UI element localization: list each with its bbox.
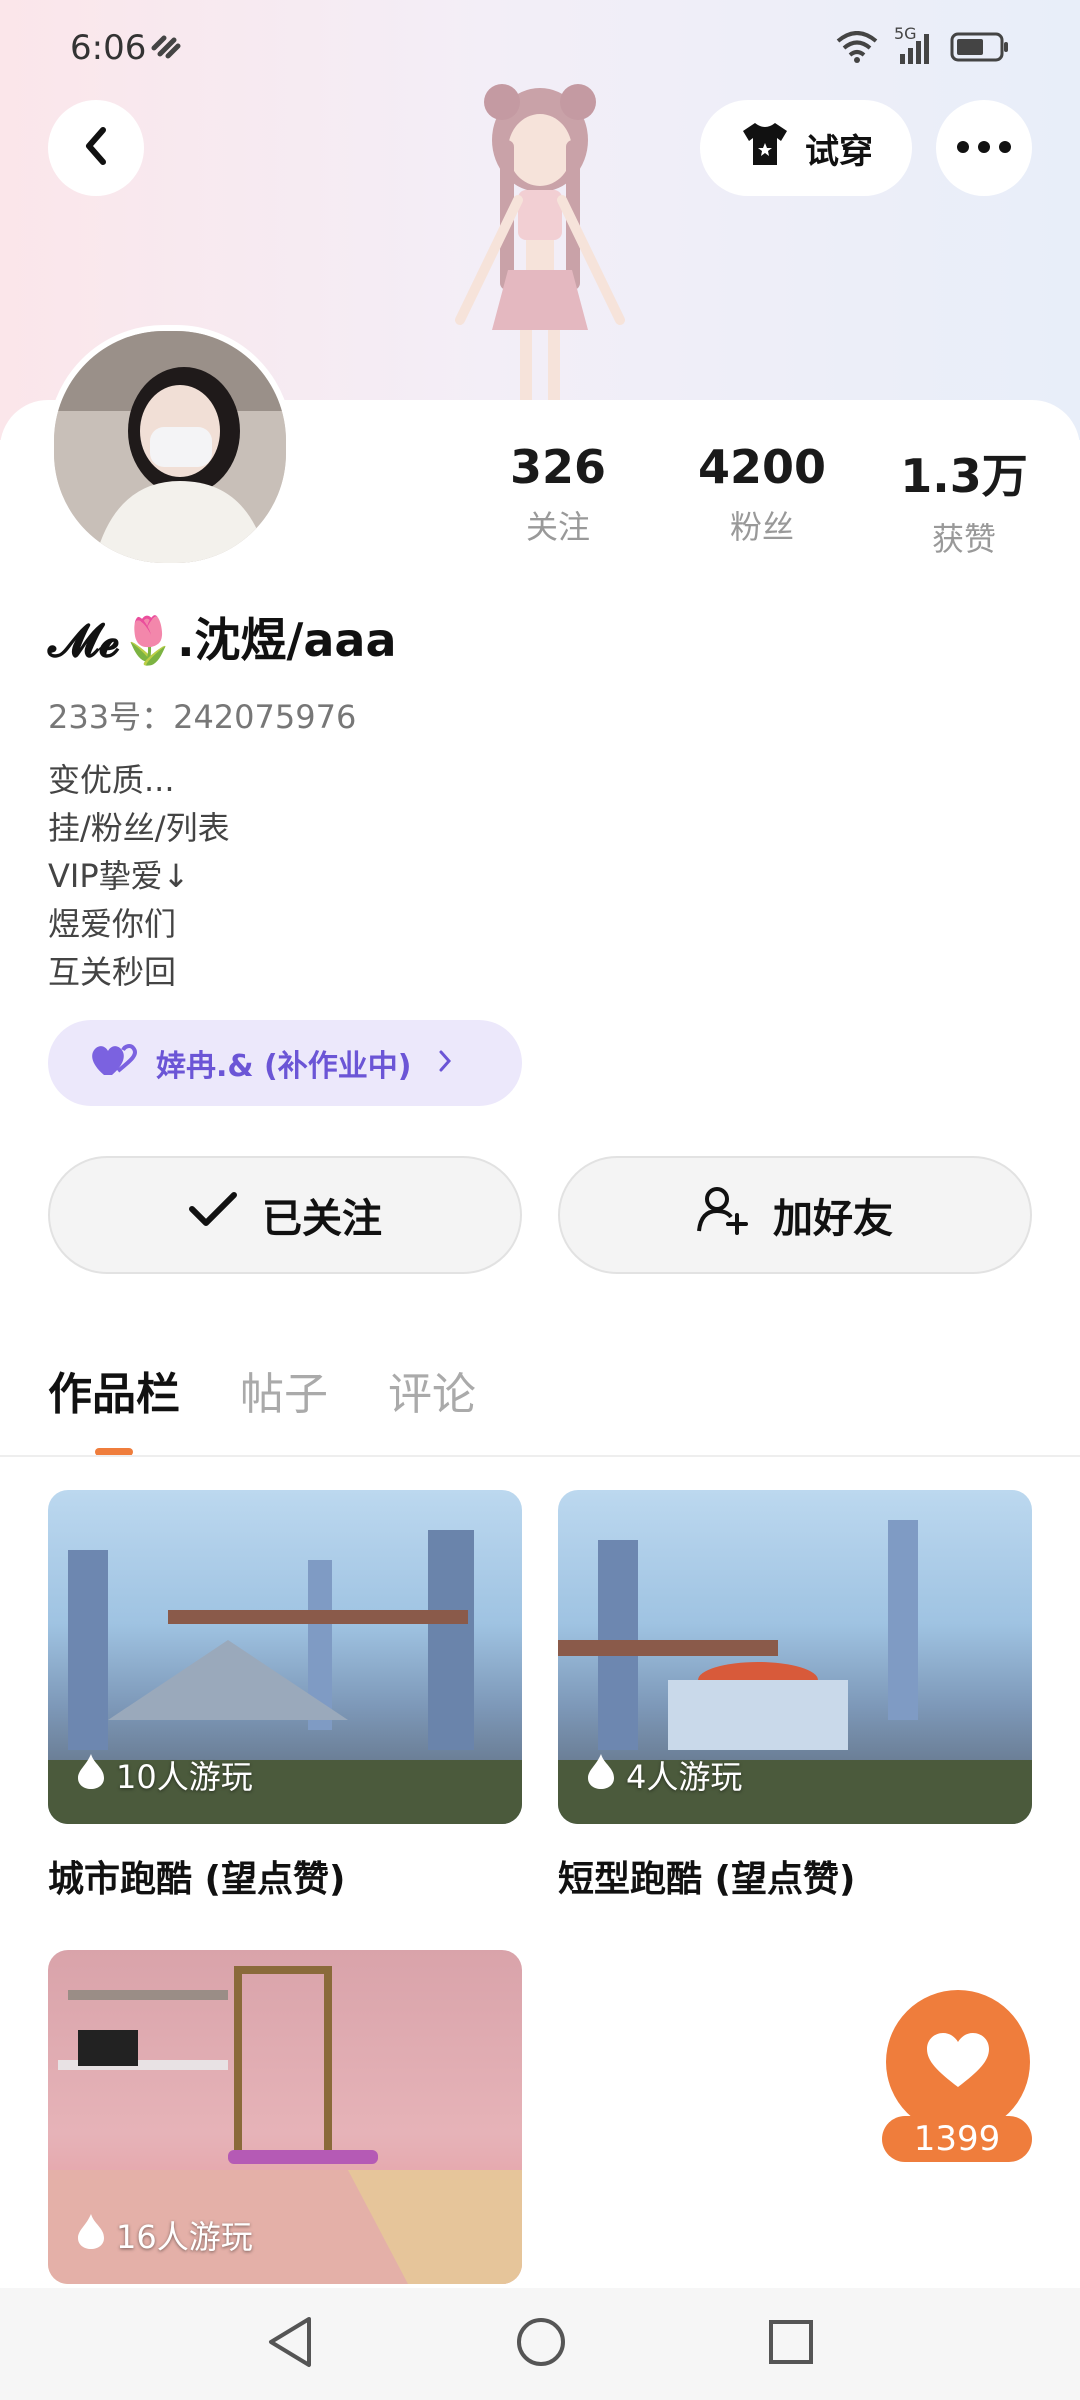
try-on-label: 试穿 [805, 131, 873, 172]
avatar-3d-figure [420, 80, 660, 404]
signal-icon: 5G [894, 24, 934, 68]
recents-square-icon[interactable] [767, 2318, 815, 2370]
work-thumbnail: 4人游玩 [558, 1490, 1032, 1824]
tab-posts[interactable]: 帖子 [240, 1358, 328, 1422]
more-options-button[interactable] [936, 100, 1032, 196]
flame-icon [586, 1752, 616, 1798]
work-thumbnail: 10人游玩 [48, 1490, 522, 1824]
chevron-left-icon [81, 126, 111, 170]
like-button[interactable] [886, 1990, 1030, 2134]
status-heart-icon [150, 34, 182, 64]
followers-count: 4200 [697, 440, 827, 494]
tab-works[interactable]: 作品栏 [48, 1358, 180, 1422]
following-button[interactable]: 已关注 [48, 1156, 522, 1274]
flame-icon [76, 2212, 106, 2258]
system-navigation-bar [0, 2288, 1080, 2400]
stat-likes[interactable]: 1.3万 获赞 [864, 440, 1064, 560]
back-triangle-icon[interactable] [265, 2315, 315, 2373]
add-user-icon [697, 1185, 749, 1245]
bio-line: VIP挚爱↓ [48, 857, 190, 895]
bio: 变优质... 挂/粉丝/列表 VIP挚爱↓ 煜爱你们 互关秒回 [48, 756, 230, 996]
add-friend-label: 加好友 [773, 1196, 893, 1242]
chevron-right-icon [437, 1046, 453, 1081]
double-heart-icon [88, 1041, 140, 1085]
bio-line: 变优质... [48, 761, 175, 799]
username: 𝓜𝓮🌷.沈煜/aaa [48, 613, 397, 667]
back-button[interactable] [48, 100, 144, 196]
bio-line: 互关秒回 [48, 953, 177, 991]
play-count: 16人游玩 [76, 2212, 253, 2258]
work-title: 城市跑酷 (望点赞) [48, 1859, 346, 1900]
tabs-divider [0, 1455, 1080, 1457]
tshirt-icon [739, 121, 791, 176]
stat-followers[interactable]: 4200 粉丝 [662, 440, 862, 548]
following-label: 关注 [525, 508, 590, 546]
work-card[interactable]: 4人游玩 短型跑酷 (望点赞) [558, 1490, 1032, 1902]
play-count-label: 4人游玩 [626, 1758, 743, 1796]
profile-tabs: 作品栏 帖子 评论 [48, 1358, 476, 1422]
bio-line: 挂/粉丝/列表 [48, 809, 230, 847]
play-count: 4人游玩 [586, 1752, 742, 1798]
battery-icon [950, 31, 1010, 67]
followers-label: 粉丝 [729, 508, 794, 546]
stat-following[interactable]: 326 关注 [458, 440, 658, 548]
tab-comments[interactable]: 评论 [388, 1358, 476, 1422]
work-card[interactable]: 16人游玩 [48, 1950, 522, 2284]
network-type: 5G [894, 24, 917, 43]
checkmark-icon [188, 1191, 238, 1239]
work-card[interactable]: 10人游玩 城市跑酷 (望点赞) [48, 1490, 522, 1902]
play-count-label: 16人游玩 [116, 2218, 253, 2256]
likes-label: 获赞 [931, 520, 996, 558]
cp-label: 婞冉.& (补作业中) [156, 1049, 412, 1084]
work-thumbnail: 16人游玩 [48, 1950, 522, 2284]
heart-icon [925, 2031, 991, 2093]
following-count: 326 [509, 440, 607, 494]
wifi-icon [836, 31, 878, 67]
likes-count: 1.3万 [900, 449, 1028, 503]
cp-relationship-pill[interactable]: 婞冉.& (补作业中) [48, 1020, 522, 1106]
add-friend-button[interactable]: 加好友 [558, 1156, 1032, 1274]
play-count: 10人游玩 [76, 1752, 253, 1798]
status-time: 6:06 [70, 28, 147, 68]
following-button-label: 已关注 [262, 1196, 382, 1242]
like-count: 1399 [882, 2116, 1032, 2162]
work-title: 短型跑酷 (望点赞) [558, 1859, 856, 1900]
user-id: 233号：242075976 [48, 698, 357, 736]
flame-icon [76, 1752, 106, 1798]
avatar-photo [54, 331, 286, 563]
status-icons: 5G [836, 24, 1010, 68]
bio-line: 煜爱你们 [48, 905, 177, 943]
try-on-button[interactable]: 试穿 [700, 100, 912, 196]
avatar[interactable] [48, 325, 292, 569]
play-count-label: 10人游玩 [116, 1758, 253, 1796]
home-circle-icon[interactable] [515, 2316, 567, 2372]
more-dots-icon [956, 139, 1012, 158]
